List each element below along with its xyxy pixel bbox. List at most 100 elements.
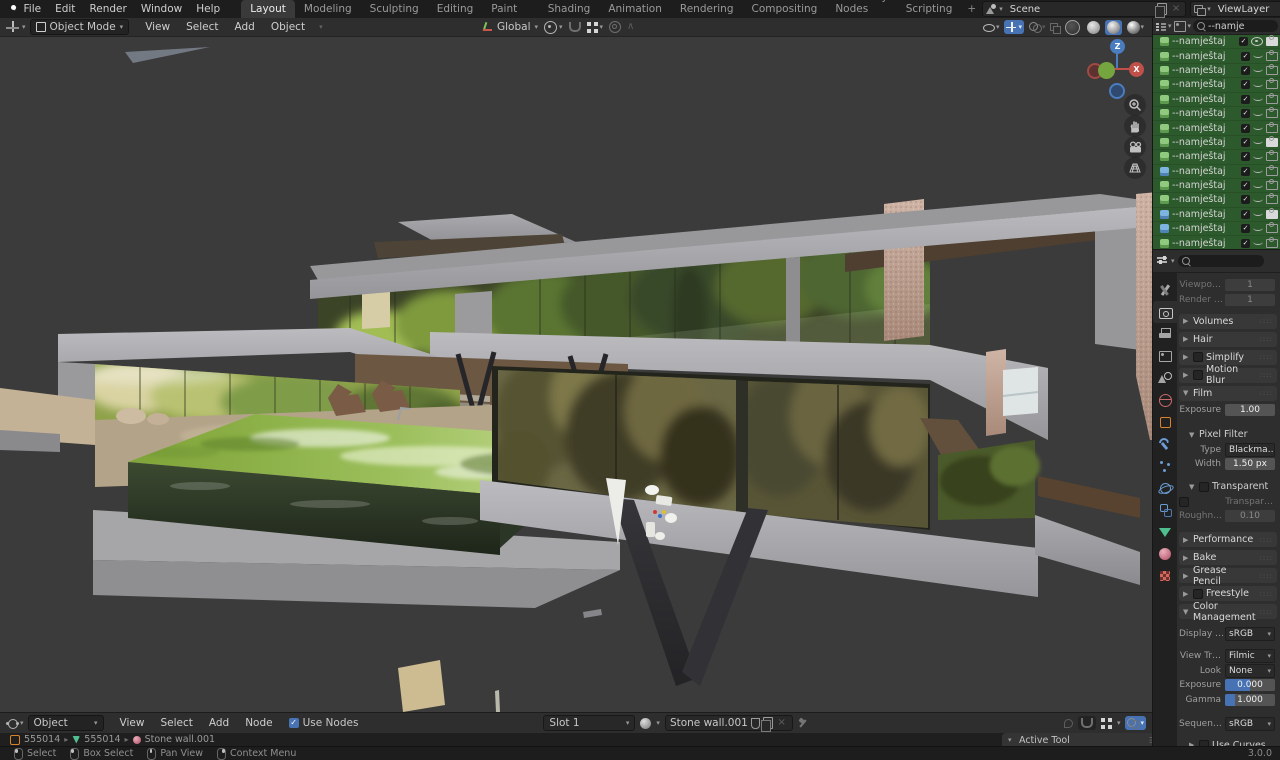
eye-closed-icon[interactable] [1253, 239, 1263, 245]
outliner-filter-icon[interactable] [1174, 21, 1186, 32]
outliner-search-input[interactable]: --namje [1193, 20, 1278, 32]
outliner-item-name[interactable]: --namještaj [1172, 65, 1238, 76]
prop-dropdown[interactable]: sRGB▾ [1225, 717, 1275, 731]
transform-orientation-mini[interactable]: ▾ [319, 23, 323, 31]
eye-closed-icon[interactable] [1253, 210, 1263, 216]
tab-geometry-nodes[interactable]: Geometry Nodes [826, 0, 896, 18]
exclude-checkbox[interactable]: ✓ [1239, 37, 1248, 46]
properties-tab-physics[interactable] [1153, 477, 1177, 499]
render-camera-icon[interactable] [1266, 138, 1278, 147]
outliner-item-name[interactable]: --namještaj [1172, 238, 1238, 249]
panel-header-film[interactable]: ▼Film:::: [1179, 386, 1277, 401]
prop-field[interactable]: 0.000 [1225, 679, 1275, 691]
snap-toggle-node[interactable] [1078, 716, 1096, 730]
breadcrumb-mesh[interactable]: 555014 [84, 734, 120, 745]
outliner-item-name[interactable]: --namještaj [1172, 108, 1238, 119]
prop-field[interactable]: 1.50 px [1225, 458, 1275, 470]
shading-solid-button[interactable] [1085, 20, 1102, 35]
new-scene-icon[interactable] [1157, 3, 1167, 15]
properties-tab-image[interactable] [1153, 345, 1177, 367]
tab-rendering[interactable]: Rendering [671, 0, 743, 18]
exclude-checkbox[interactable]: ✓ [1241, 239, 1250, 248]
exclude-checkbox[interactable]: ✓ [1241, 138, 1250, 147]
subpanel-checkbox[interactable] [1199, 482, 1209, 492]
outliner-item-name[interactable]: --namještaj [1172, 223, 1238, 234]
properties-search-input[interactable] [1178, 255, 1264, 267]
outliner-row[interactable]: --namještaj✓ [1153, 64, 1280, 78]
render-camera-icon[interactable] [1266, 52, 1278, 61]
outliner-row[interactable]: --namještaj✓ [1153, 165, 1280, 179]
outliner-row[interactable]: --namještaj✓ [1153, 193, 1280, 207]
outliner-item-name[interactable]: --namještaj [1172, 166, 1238, 177]
unlink-material-icon[interactable]: × [776, 718, 788, 728]
editor-type-3dviewport-icon[interactable] [6, 21, 20, 33]
properties-tab-material[interactable] [1153, 543, 1177, 565]
outliner-row[interactable]: --namještaj✓ [1153, 136, 1280, 150]
prop-field[interactable]: 1 [1225, 279, 1275, 291]
outliner-item-name[interactable]: --namještaj [1172, 209, 1238, 220]
tab-animation[interactable]: Animation [599, 0, 671, 18]
outliner-row[interactable]: --namještaj✓ [1153, 35, 1280, 49]
outliner-item-name[interactable]: --namještaj [1172, 51, 1238, 62]
prop-field[interactable]: 0.10 [1225, 510, 1275, 522]
shading-wireframe-button[interactable] [1063, 19, 1082, 36]
eye-closed-icon[interactable] [1253, 225, 1263, 231]
properties-tab-object[interactable] [1153, 411, 1177, 433]
tab-compositing[interactable]: Compositing [743, 0, 827, 18]
toggle-ortho-button[interactable] [1124, 157, 1146, 179]
shader-menu-view[interactable]: View [112, 715, 153, 731]
eye-closed-icon[interactable] [1253, 95, 1263, 101]
prop-dropdown[interactable]: sRGB▾ [1225, 627, 1275, 641]
add-workspace-button[interactable]: + [961, 0, 982, 18]
panel-header-motion-blur[interactable]: ▶Motion Blur:::: [1179, 368, 1277, 383]
gizmos-dropdown[interactable]: ▾ [1004, 20, 1024, 34]
outliner-item-name[interactable]: --namještaj [1172, 123, 1238, 134]
panel-header-performance[interactable]: ▶Performance:::: [1179, 532, 1277, 547]
breadcrumb-object[interactable]: 555014 [24, 734, 60, 745]
xray-toggle-icon[interactable] [1050, 23, 1060, 32]
render-camera-icon[interactable] [1266, 239, 1278, 248]
outliner-row[interactable]: --namještaj✓ [1153, 107, 1280, 121]
exclude-checkbox[interactable]: ✓ [1241, 167, 1250, 176]
gizmo-z-ball[interactable]: Z [1110, 39, 1125, 54]
properties-tab-world[interactable] [1153, 389, 1177, 411]
gizmo-minus-z-ball[interactable] [1109, 83, 1125, 99]
shader-menu-node[interactable]: Node [237, 715, 280, 731]
render-camera-icon[interactable] [1266, 124, 1278, 133]
exclude-checkbox[interactable]: ✓ [1241, 210, 1250, 219]
breadcrumb-material[interactable]: Stone wall.001 [145, 734, 215, 745]
properties-tab-tool[interactable] [1153, 279, 1177, 301]
panel-header-color-management[interactable]: ▼Color Management:::: [1179, 604, 1277, 619]
tab-layout[interactable]: Layout [241, 0, 295, 18]
prop-dropdown[interactable]: Filmic▾ [1225, 649, 1275, 663]
shader-editor-body[interactable]: 555014 ▸ 555014 ▸ Stone wall.001 ▾ Activ… [0, 732, 1152, 746]
move-view-button[interactable] [1124, 115, 1146, 137]
mode-dropdown[interactable]: Object Mode ▾ [30, 19, 130, 35]
outliner-item-name[interactable]: --namještaj [1172, 194, 1238, 205]
prop-dropdown[interactable]: None▾ [1225, 664, 1275, 678]
house-render[interactable] [0, 36, 1152, 712]
viewport-menu-object[interactable]: Object [263, 19, 313, 35]
eye-closed-icon[interactable] [1253, 66, 1263, 72]
eye-closed-icon[interactable] [1253, 182, 1263, 188]
snap-toggle-icon[interactable] [569, 22, 581, 32]
panel-header-hair[interactable]: ▶Hair:::: [1179, 332, 1277, 347]
menu-window[interactable]: Window [134, 1, 189, 17]
exclude-checkbox[interactable]: ✓ [1241, 95, 1250, 104]
exclude-checkbox[interactable]: ✓ [1241, 181, 1250, 190]
shading-material-button[interactable] [1105, 20, 1122, 35]
overlays-node-dropdown[interactable]: ▾ [1125, 716, 1146, 730]
editor-type-shader-icon[interactable] [6, 718, 18, 728]
proportional-editing-icon[interactable] [609, 21, 621, 33]
eye-closed-icon[interactable] [1253, 124, 1263, 130]
outliner-row[interactable]: --namještaj✓ [1153, 93, 1280, 107]
gizmo-y-ball[interactable] [1098, 62, 1115, 79]
snap-settings-dropdown[interactable]: ▾ [587, 22, 604, 33]
parent-navigate-icon[interactable] [1063, 718, 1073, 728]
viewport-menu-view[interactable]: View [137, 19, 178, 35]
exclude-checkbox[interactable]: ✓ [1241, 224, 1250, 233]
shader-type-dropdown[interactable]: Object ▾ [28, 715, 104, 731]
zoom-button[interactable] [1124, 94, 1146, 116]
menu-file[interactable]: File [17, 1, 49, 17]
viewport-menu-add[interactable]: Add [227, 19, 263, 35]
